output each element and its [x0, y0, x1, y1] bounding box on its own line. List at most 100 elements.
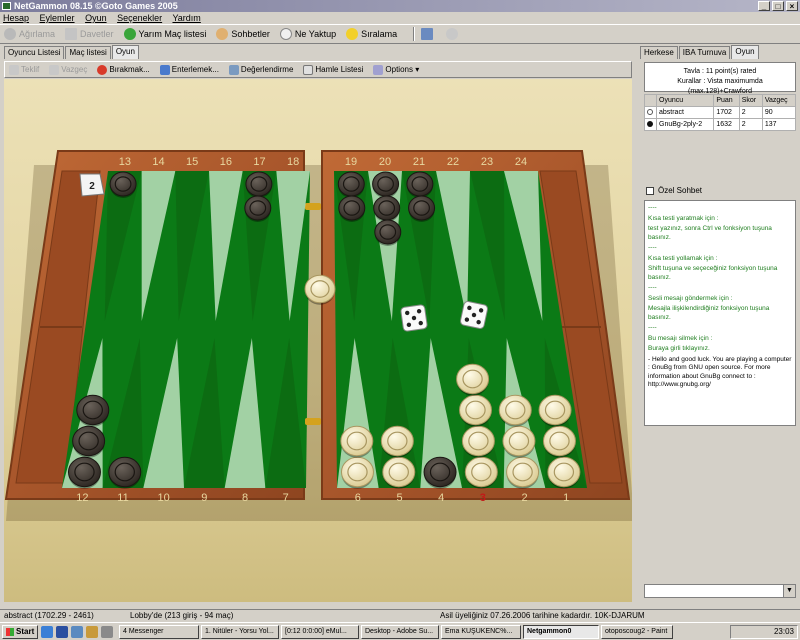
toolbar-picture-button[interactable]	[421, 28, 436, 40]
white-checker[interactable]	[464, 456, 498, 489]
options-button[interactable]: Options ▾	[373, 64, 419, 75]
menu-yardim[interactable]: Yardım	[172, 13, 200, 23]
taskbar-button[interactable]: [0:12 0:0:00] eMul...	[281, 624, 359, 639]
chat-message: Kısa testi yaratmak için :	[648, 214, 719, 222]
toolbar-cloud-button[interactable]	[446, 28, 461, 40]
header-player[interactable]: Oyuncu	[655, 94, 715, 107]
title-bar: NetGammon 08.15 ©Goto Games 2005 _ □ ×	[0, 0, 800, 12]
arrows-icon	[123, 28, 136, 40]
close-button[interactable]: ×	[786, 1, 798, 11]
leave-button[interactable]: Bırakmak...	[97, 64, 150, 75]
black-checker[interactable]	[337, 171, 365, 198]
maximize-button[interactable]: □	[772, 1, 784, 11]
checker-face	[244, 195, 272, 221]
header-pips[interactable]: Vazgeç	[761, 94, 797, 107]
chevron-down-icon[interactable]: ▼	[783, 585, 795, 597]
taskbar-button[interactable]: Ema KUŞUKENC%...	[441, 624, 521, 639]
evaluation-button[interactable]: Değerlendirme	[228, 64, 293, 75]
quicklaunch-outlook-icon[interactable]	[56, 625, 68, 638]
black-checker[interactable]	[76, 394, 110, 427]
table-row[interactable]: abstract 1702 2 90	[644, 106, 797, 119]
black-checker[interactable]	[244, 195, 272, 222]
quicklaunch-app-icon[interactable]	[101, 625, 113, 638]
tab-iba-turnuva[interactable]: IBA Turnuva	[678, 46, 731, 59]
die-2[interactable]	[460, 301, 488, 329]
die-1[interactable]	[400, 304, 428, 332]
tab-mac-listesi[interactable]: Maç listesi	[65, 46, 111, 59]
quicklaunch-desktop-icon[interactable]	[71, 625, 83, 638]
black-checker[interactable]	[373, 195, 401, 222]
quicklaunch-folder-icon[interactable]	[86, 625, 98, 638]
toolbar-yarim-mac-button[interactable]: Yarım Maç listesi	[123, 28, 206, 40]
status-lobby: Lobby'de (213 giriş - 94 maç)	[130, 611, 234, 620]
move-list-button[interactable]: Hamle Listesi	[303, 64, 363, 75]
toolbar-siralama-button[interactable]: Sıralama	[346, 28, 397, 40]
offer-button[interactable]: Teklif	[9, 64, 39, 75]
tab-oyun-right[interactable]: Oyun	[731, 45, 759, 59]
taskbar-button[interactable]: Netgammon0	[523, 624, 599, 639]
black-checker[interactable]	[67, 456, 101, 489]
tab-herkese[interactable]: Herkese	[640, 46, 678, 59]
quicklaunch-ie-icon[interactable]	[41, 625, 53, 638]
chat-log[interactable]: ---- Kısa testi yaratmak için : test yazın…	[644, 200, 796, 426]
black-checker[interactable]	[408, 195, 436, 222]
white-checker[interactable]	[380, 425, 414, 458]
black-checker[interactable]	[372, 171, 400, 198]
status-user: abstract (1702.29 - 2461)	[4, 611, 94, 620]
table-row[interactable]: GnuBg-2ply-2 1632 2 137	[644, 118, 797, 131]
checkbox-box[interactable]	[646, 186, 654, 195]
taskbar-button[interactable]: 4 Messenger	[119, 624, 199, 639]
menu-oyun[interactable]: Oyun	[85, 13, 107, 23]
black-checker[interactable]	[338, 195, 366, 222]
menu-hesap[interactable]: Hesap	[3, 13, 29, 23]
toolbar-sohbetler-button[interactable]: Sohbetler	[216, 28, 270, 40]
resign-button[interactable]: Vazgeç	[49, 64, 87, 75]
doubling-cube[interactable]: 2	[79, 173, 105, 197]
white-checker[interactable]	[340, 456, 374, 489]
cube-value: 2	[89, 181, 95, 192]
white-checker[interactable]	[498, 394, 532, 427]
white-checker[interactable]	[458, 394, 492, 427]
black-checker[interactable]	[109, 171, 137, 198]
toolbar-davetler-button[interactable]: Davetler	[65, 28, 114, 40]
tab-oyuncu-listesi[interactable]: Oyuncu Listesi	[4, 46, 65, 59]
menu-eylemler[interactable]: Eylemler	[40, 13, 75, 23]
white-checker[interactable]	[340, 425, 374, 458]
white-checker[interactable]	[538, 394, 572, 427]
point-number-2: 2	[521, 492, 527, 504]
backgammon-board[interactable]: 13 14 15 16 17 18 19 20 21 22 23 2412 11 10 9 8 7 6 5 4 3 2 1 …	[4, 79, 632, 602]
chat-input[interactable]: ▼	[644, 584, 796, 598]
black-checker[interactable]	[406, 171, 434, 198]
windows-logo-icon	[6, 627, 14, 636]
white-checker[interactable]	[542, 425, 576, 458]
black-checker[interactable]	[72, 425, 106, 458]
menu-secenekler[interactable]: Seçenekler	[117, 13, 162, 23]
white-checker[interactable]	[502, 425, 536, 458]
point-number-15: 15	[186, 156, 198, 168]
taskbar-button[interactable]: 1. Nitüler - Yorsu Yol...	[201, 624, 279, 639]
white-checker[interactable]	[382, 456, 416, 489]
private-chat-checkbox[interactable]: Özel Sohbet	[646, 186, 702, 195]
interrupt-button[interactable]: Enterlemek...	[159, 64, 219, 75]
white-checker[interactable]	[547, 456, 581, 489]
tab-oyun[interactable]: Oyun	[111, 45, 139, 59]
taskbar-button[interactable]: Desktop - Adobe Su...	[361, 624, 439, 639]
white-checker[interactable]	[456, 363, 490, 396]
taskbar-button[interactable]: otoposcoug2 - Paint	[601, 624, 673, 639]
white-checker[interactable]	[506, 456, 540, 489]
header-score[interactable]: Skor	[738, 94, 763, 107]
toolbar-neyaktup-button[interactable]: Ne Yaktup	[279, 28, 336, 40]
black-checker[interactable]	[374, 219, 402, 246]
header-rating[interactable]: Puan	[713, 94, 740, 107]
white-checker-bar[interactable]	[304, 274, 336, 305]
black-checker[interactable]	[423, 456, 457, 489]
toolbar-separator	[413, 27, 416, 41]
black-checker[interactable]	[108, 456, 142, 489]
white-checker[interactable]	[461, 425, 495, 458]
black-checker[interactable]	[245, 171, 273, 198]
checker-face	[461, 425, 495, 457]
minimize-button[interactable]: _	[758, 1, 770, 11]
start-button[interactable]: Start	[2, 624, 38, 639]
checker-face	[498, 394, 532, 426]
toolbar-agirlama-button[interactable]: Ağırlama	[4, 28, 55, 40]
